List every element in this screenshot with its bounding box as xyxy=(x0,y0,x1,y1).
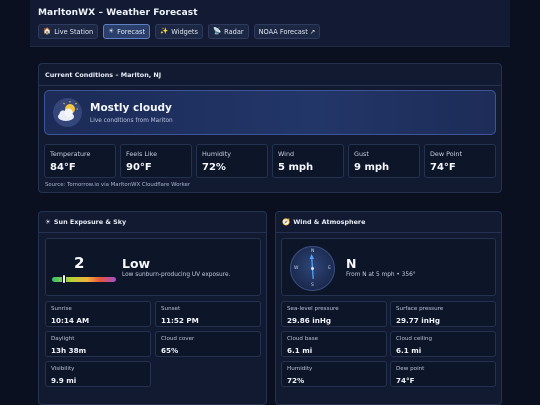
metric-label: Humidity xyxy=(202,150,231,158)
sun-exposure-card: ☀ Sun Exposure & Sky 2 Low Low sunburn-p… xyxy=(38,211,267,405)
tile-value: 13h 38m xyxy=(51,346,87,355)
metric-value: 5 mph xyxy=(278,162,314,173)
nav-label: Live Station xyxy=(54,27,94,36)
condition-subtitle: Live conditions from Marlton xyxy=(90,118,173,124)
sun-icon: ☀ xyxy=(45,217,51,226)
tile-value: 65% xyxy=(161,346,179,355)
satellite-icon: 📡 xyxy=(212,27,222,36)
metric-humidity: Humidity 72% xyxy=(196,144,268,178)
wind-description: From N at 5 mph • 356° xyxy=(346,272,416,278)
tile-label: Cloud cover xyxy=(161,336,195,342)
card-title: 🧭 Wind & Atmosphere xyxy=(282,218,365,226)
nav-label: Forecast xyxy=(117,27,146,36)
source-note: Source: Tomorrow.io via MarltonWX Cloudf… xyxy=(45,182,191,188)
metric-label: Wind xyxy=(278,150,295,158)
wind-atmosphere-card: 🧭 Wind & Atmosphere N E S W N From N at … xyxy=(275,211,502,405)
app-title: MarltonWX – Weather Forecast xyxy=(38,8,198,18)
divider xyxy=(276,232,501,233)
nav-tabs: 🏠 Live Station ☀ Forecast ✨ Widgets 📡 Ra… xyxy=(38,24,502,39)
divider xyxy=(39,232,266,233)
tile-label: Surface pressure xyxy=(396,306,444,312)
tile-label: Cloud base xyxy=(287,336,319,342)
nav-radar-button[interactable]: 📡 Radar xyxy=(207,24,249,39)
wind-direction: N xyxy=(346,256,357,271)
current-conditions-card: Current Conditions – Marlton, NJ Mostly … xyxy=(38,63,502,193)
nav-live-station-button[interactable]: 🏠 Live Station xyxy=(38,24,99,39)
nav-forecast-button[interactable]: ☀ Forecast xyxy=(103,24,151,39)
compass-needle xyxy=(309,254,315,280)
uv-index-panel: 2 Low Low sunburn-producing UV exposure. xyxy=(45,238,261,296)
uv-level: Low xyxy=(122,256,151,271)
tile-label: Sea-level pressure xyxy=(287,306,339,312)
tile-label: Sunrise xyxy=(51,306,72,312)
uv-index-value: 2 xyxy=(74,254,85,272)
tile-sunrise: Sunrise 10:14 AM xyxy=(45,301,151,327)
tile-value: 72% xyxy=(287,376,305,385)
card-title-text: Sun Exposure & Sky xyxy=(53,218,127,226)
sun-behind-cloud-icon xyxy=(53,98,82,127)
metric-label: Dew Point xyxy=(430,150,462,158)
tile-label: Daylight xyxy=(51,336,75,342)
metric-label: Temperature xyxy=(50,150,91,158)
tile-value: 6.1 mi xyxy=(287,346,313,355)
tile-value: 29.77 inHg xyxy=(396,316,440,325)
tile-value: 9.9 mi xyxy=(51,376,77,385)
uv-description: Low sunburn-producing UV exposure. xyxy=(122,272,231,278)
tile-sunset: Sunset 11:52 PM xyxy=(155,301,261,327)
compass-icon: 🧭 xyxy=(282,217,291,226)
metric-value: 72% xyxy=(202,162,226,173)
condition-hero: Mostly cloudy Live conditions from Marlt… xyxy=(44,90,496,135)
tile-daylight: Daylight 13h 38m xyxy=(45,331,151,357)
tile-visibility: Visibility 9.9 mi xyxy=(45,361,151,387)
metric-label: Feels Like xyxy=(126,150,158,158)
card-title: Current Conditions – Marlton, NJ xyxy=(45,71,162,79)
metric-value: 90°F xyxy=(126,162,152,173)
tile-humidity: Humidity 72% xyxy=(281,361,387,387)
metric-value: 84°F xyxy=(50,162,76,173)
tile-cloud-ceiling: Cloud ceiling 6.1 mi xyxy=(390,331,496,357)
metric-wind: Wind 5 mph xyxy=(272,144,344,178)
card-title-text: Wind & Atmosphere xyxy=(293,218,366,226)
nav-widgets-button[interactable]: ✨ Widgets xyxy=(155,24,203,39)
metric-value: 9 mph xyxy=(354,162,390,173)
sun-icon: ☀ xyxy=(108,27,115,36)
tile-label: Sunset xyxy=(161,306,181,312)
uv-scale-marker xyxy=(61,274,66,284)
sparkles-icon: ✨ xyxy=(160,27,169,36)
metric-label: Gust xyxy=(354,150,369,158)
metrics-row: Temperature 84°F Feels Like 90°F Humidit… xyxy=(44,144,496,178)
top-bar: MarltonWX – Weather Forecast 🏠 Live Stat… xyxy=(30,0,510,47)
nav-label: Widgets xyxy=(171,27,198,36)
nav-label: NOAA Forecast ↗ xyxy=(258,27,316,36)
tile-dew-point: Dew point 74°F xyxy=(390,361,496,387)
tile-label: Visibility xyxy=(51,366,75,372)
tile-sea-level-pressure: Sea-level pressure 29.86 inHg xyxy=(281,301,387,327)
metric-temperature: Temperature 84°F xyxy=(44,144,116,178)
tile-cloud-cover: Cloud cover 65% xyxy=(155,331,261,357)
tile-label: Dew point xyxy=(396,366,425,372)
tile-cloud-base: Cloud base 6.1 mi xyxy=(281,331,387,357)
house-icon: 🏠 xyxy=(43,27,52,36)
tile-label: Cloud ceiling xyxy=(396,336,433,342)
nav-label: Radar xyxy=(224,27,244,36)
card-title: ☀ Sun Exposure & Sky xyxy=(45,218,126,226)
tile-surface-pressure: Surface pressure 29.77 inHg xyxy=(390,301,496,327)
metric-gust: Gust 9 mph xyxy=(348,144,420,178)
wind-compass: N E S W xyxy=(290,246,335,291)
metric-value: 74°F xyxy=(430,162,456,173)
tile-value: 6.1 mi xyxy=(396,346,422,355)
tile-value: 74°F xyxy=(396,376,415,385)
divider xyxy=(39,85,501,86)
metric-feels-like: Feels Like 90°F xyxy=(120,144,192,178)
tile-value: 10:14 AM xyxy=(51,316,90,325)
tile-label: Humidity xyxy=(287,366,313,372)
tile-value: 11:52 PM xyxy=(161,316,199,325)
tile-value: 29.86 inHg xyxy=(287,316,331,325)
condition-text: Mostly cloudy xyxy=(90,102,172,114)
wind-direction-panel: N E S W N From N at 5 mph • 356° xyxy=(281,238,496,296)
nav-noaa-forecast-link[interactable]: NOAA Forecast ↗ xyxy=(253,24,321,39)
metric-dew-point: Dew Point 74°F xyxy=(424,144,496,178)
